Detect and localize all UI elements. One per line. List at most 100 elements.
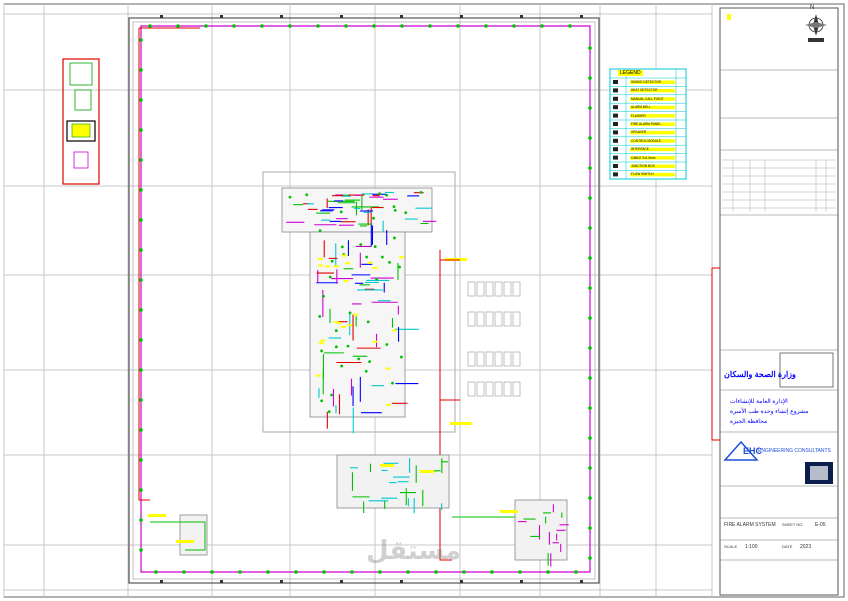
project-line-2: مشروع إنشاء وحدة طب الأسرة <box>730 409 809 415</box>
central-device <box>328 275 332 279</box>
perimeter-detector <box>462 570 466 574</box>
central-device <box>364 369 368 373</box>
central-device <box>388 260 391 264</box>
central-device <box>391 381 394 385</box>
smoke-detector-icon <box>613 80 618 84</box>
feeder-tag <box>450 422 472 425</box>
sheet-no: E-05 <box>815 522 826 528</box>
central-device <box>372 216 375 220</box>
legend-label: INTERFACE <box>631 147 649 152</box>
perimeter-detector <box>588 526 592 530</box>
parking-stall <box>476 281 485 297</box>
perimeter-detector <box>316 24 320 28</box>
perimeter-detector <box>350 570 354 574</box>
legend-header: LEGEND <box>618 70 643 76</box>
central-tag <box>340 325 346 328</box>
central-tag <box>372 340 378 343</box>
central-device <box>359 243 363 246</box>
lower-block-tag <box>420 470 434 473</box>
parking-stall <box>467 381 476 397</box>
room-a-tag <box>148 514 166 517</box>
small-room-a <box>179 514 208 556</box>
perimeter-detector <box>139 548 143 552</box>
red-feeder <box>439 250 460 561</box>
perimeter-detector <box>378 570 382 574</box>
perimeter-detector <box>588 316 592 320</box>
central-device <box>334 329 338 333</box>
central-device <box>393 208 397 212</box>
central-device <box>368 360 371 364</box>
legend-label: HEAT DETECTOR <box>631 88 658 93</box>
parking-stalls <box>467 281 521 397</box>
central-device <box>398 265 401 269</box>
central-tag <box>353 313 359 316</box>
valve-icon <box>613 172 618 177</box>
speaker-icon <box>613 130 618 135</box>
parking-stall <box>512 281 521 297</box>
central-tag <box>343 280 349 283</box>
central-tag <box>345 262 351 265</box>
parking-stall <box>476 311 485 327</box>
central-device <box>327 410 331 414</box>
perimeter-detector <box>139 488 143 492</box>
perimeter-detector <box>484 24 488 28</box>
central-block-body <box>309 231 406 418</box>
central-device <box>378 192 382 196</box>
key-plan-3-fill <box>71 123 91 138</box>
central-tag <box>392 329 398 332</box>
parking-stall <box>494 351 503 367</box>
legend-label: CABLE 2x1.5mm <box>631 155 656 160</box>
perimeter-detector <box>288 24 292 28</box>
legend-label: CONTROL MODULE <box>631 138 661 143</box>
module-icon <box>613 138 618 143</box>
perimeter-detector <box>456 24 460 28</box>
central-device <box>385 343 389 346</box>
perimeter-detector <box>588 196 592 200</box>
perimeter-detector <box>182 570 186 574</box>
key-plan-4 <box>73 151 89 169</box>
parking-stall <box>467 311 476 327</box>
central-device <box>357 357 361 361</box>
column-marker <box>520 15 523 18</box>
central-tag <box>333 265 339 268</box>
central-device <box>380 255 384 259</box>
lower-block-tag <box>380 464 394 467</box>
date-label: DATE <box>782 544 793 549</box>
perimeter-detector <box>344 24 348 28</box>
title-block <box>719 7 839 596</box>
parking-stall <box>467 281 476 297</box>
perimeter-detector <box>546 570 550 574</box>
central-tag <box>372 267 378 270</box>
central-tag <box>347 324 353 327</box>
perimeter-detector <box>588 256 592 260</box>
perimeter-detector <box>574 570 578 574</box>
perimeter-detector <box>588 556 592 560</box>
legend-label: SPEAKER <box>631 130 647 135</box>
perimeter-detector <box>372 24 376 28</box>
perimeter-detector <box>588 226 592 230</box>
project-line-1: الإدارة العامة للإنشاءات <box>730 399 788 405</box>
parking-stall <box>494 281 503 297</box>
central-tag <box>320 339 326 342</box>
central-tag <box>385 367 391 370</box>
perimeter-detector <box>490 570 494 574</box>
column-marker <box>460 15 463 18</box>
perimeter-detector <box>210 570 214 574</box>
perimeter-detector <box>139 398 143 402</box>
parking-stall <box>512 351 521 367</box>
perimeter-detector <box>322 570 326 574</box>
perimeter-detector <box>260 24 264 28</box>
perimeter-detector <box>588 466 592 470</box>
parking-stall <box>467 351 476 367</box>
perimeter-detector <box>588 106 592 110</box>
column-marker <box>400 15 403 18</box>
central-device <box>346 344 350 348</box>
parking-stall <box>494 311 503 327</box>
perimeter-detector <box>588 376 592 380</box>
perimeter-detector <box>139 38 143 42</box>
bell-icon <box>613 105 618 110</box>
central-device <box>385 193 389 197</box>
scale-label: SCALE <box>724 544 738 549</box>
column-marker <box>400 580 403 583</box>
perimeter-detector <box>238 570 242 574</box>
